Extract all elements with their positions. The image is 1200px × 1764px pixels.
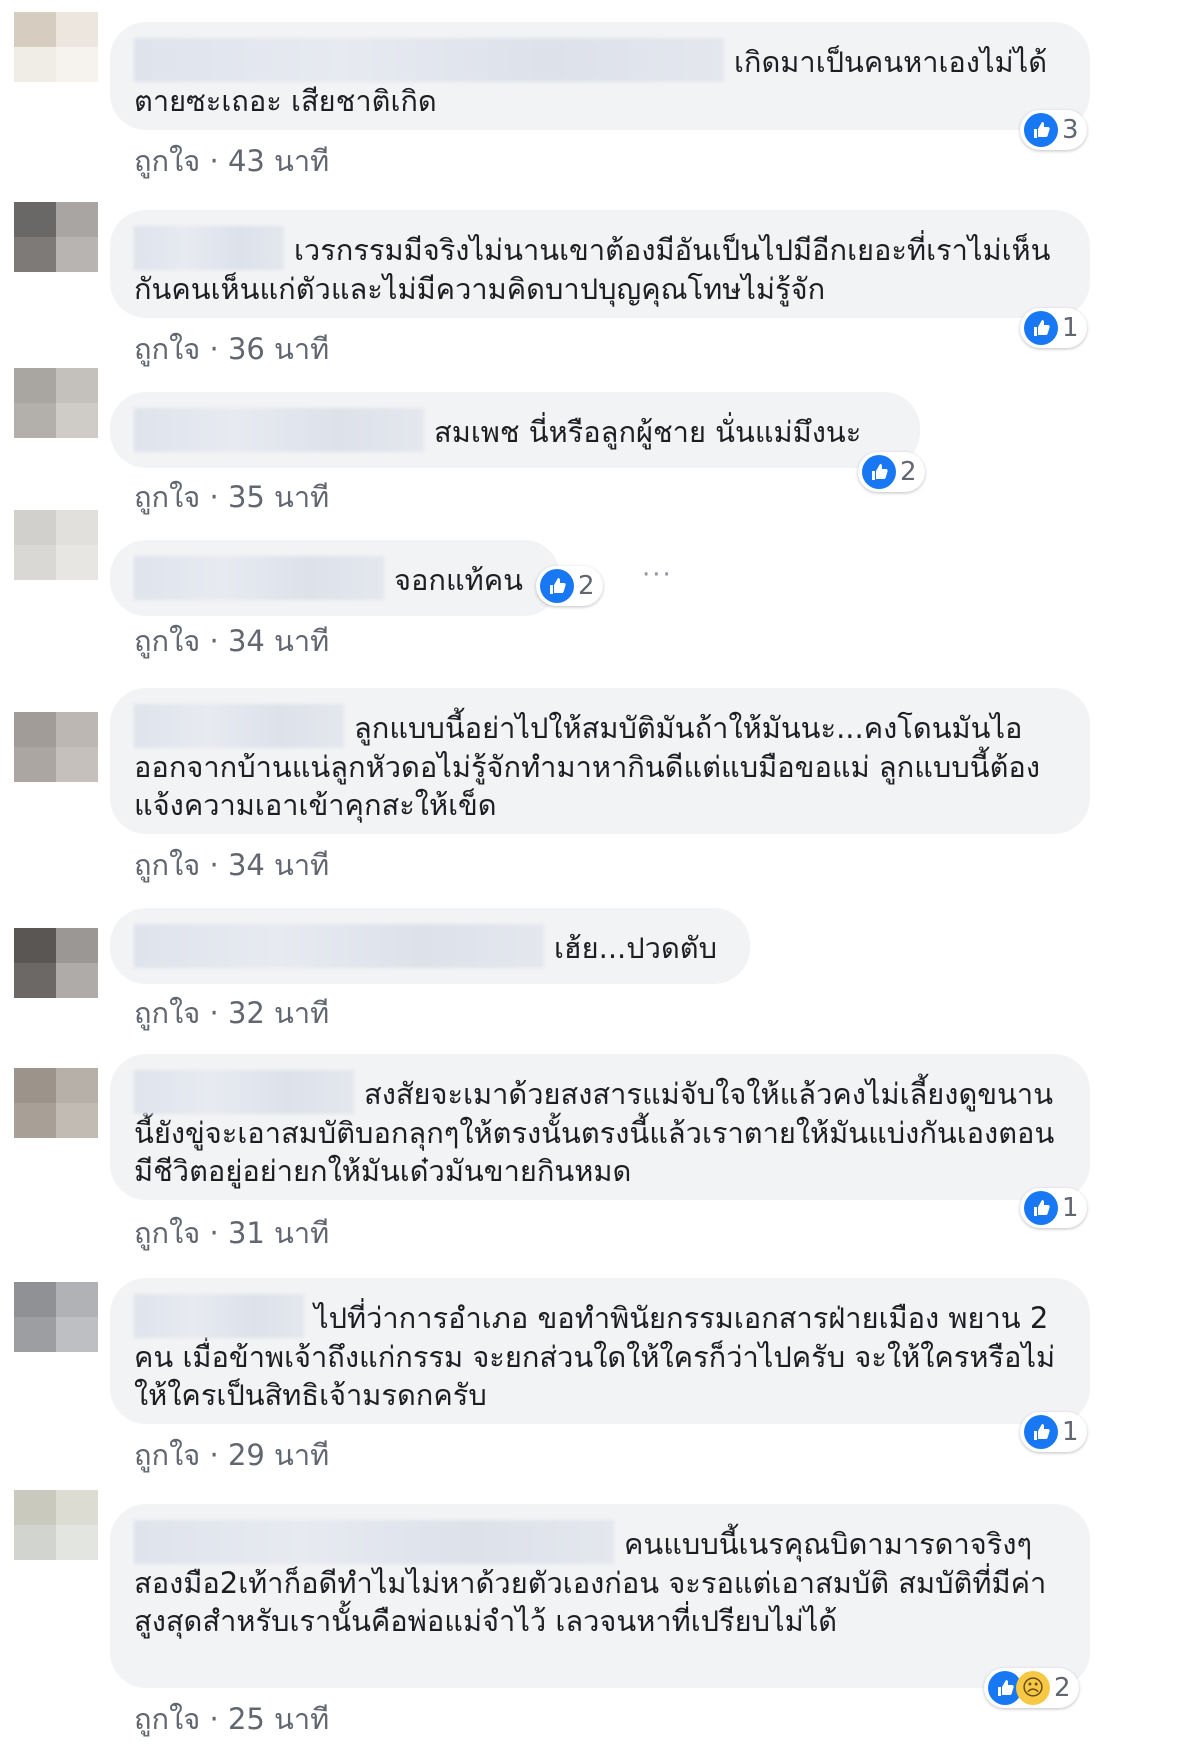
comment-bubble: สงสัยจะเมาด้วยสงสารแม่จับใจให้แล้วคงไม่เ… <box>110 1054 1090 1200</box>
comment-meta: ถูกใจ · 25 นาที <box>134 1696 329 1742</box>
comment-meta: ถูกใจ · 32 นาที <box>134 990 329 1036</box>
separator: · <box>209 1702 219 1736</box>
avatar[interactable] <box>14 1282 98 1352</box>
comment-bubble: สมเพช นี่หรือลูกผู้ชาย นั่นแม่มึงนะ <box>110 392 920 468</box>
reaction-number: 2 <box>578 571 595 601</box>
reaction-count[interactable]: 1 <box>1020 308 1087 348</box>
reaction-count[interactable]: ☹ 2 <box>984 1668 1079 1708</box>
like-link[interactable]: ถูกใจ <box>134 1438 200 1472</box>
avatar[interactable] <box>14 510 98 580</box>
separator: · <box>209 332 219 366</box>
reaction-number: 1 <box>1062 1417 1079 1447</box>
like-link[interactable]: ถูกใจ <box>134 624 200 658</box>
author-name[interactable] <box>134 924 544 968</box>
reaction-number: 3 <box>1062 115 1079 145</box>
like-link[interactable]: ถูกใจ <box>134 144 200 178</box>
separator: · <box>209 996 219 1030</box>
author-name[interactable] <box>134 408 424 452</box>
reaction-count[interactable]: 2 <box>536 566 603 606</box>
separator: · <box>209 624 219 658</box>
timestamp[interactable]: 31 นาที <box>228 1216 329 1250</box>
like-link[interactable]: ถูกใจ <box>134 996 200 1030</box>
thumbs-up-icon <box>1024 311 1058 345</box>
timestamp[interactable]: 34 นาที <box>228 848 329 882</box>
comment-bubble: จอกแท้คน <box>110 540 560 616</box>
like-link[interactable]: ถูกใจ <box>134 848 200 882</box>
like-link[interactable]: ถูกใจ <box>134 1216 200 1250</box>
timestamp[interactable]: 35 นาที <box>228 480 329 514</box>
author-name[interactable] <box>134 38 724 82</box>
avatar[interactable] <box>14 1490 98 1560</box>
timestamp[interactable]: 36 นาที <box>228 332 329 366</box>
reaction-count[interactable]: 3 <box>1020 110 1087 150</box>
reaction-number: 2 <box>900 457 917 487</box>
thumbs-up-icon <box>1024 1415 1058 1449</box>
separator: · <box>209 1216 219 1250</box>
separator: · <box>209 480 219 514</box>
avatar[interactable] <box>14 368 98 438</box>
comment-bubble: เวรกรรมมีจริงไม่นานเขาต้องมีอันเป็นไปมีอ… <box>110 210 1090 318</box>
comment-meta: ถูกใจ · 29 นาที <box>134 1432 329 1478</box>
comment-meta: ถูกใจ · 34 นาที <box>134 842 329 888</box>
like-link[interactable]: ถูกใจ <box>134 332 200 366</box>
author-name[interactable] <box>134 1070 354 1114</box>
author-name[interactable] <box>134 226 284 270</box>
reaction-number: 2 <box>1054 1673 1071 1703</box>
avatar[interactable] <box>14 12 98 82</box>
author-name[interactable] <box>134 704 344 748</box>
author-name[interactable] <box>134 1294 304 1338</box>
timestamp[interactable]: 29 นาที <box>228 1438 329 1472</box>
comment-meta: ถูกใจ · 36 นาที <box>134 326 329 372</box>
like-link[interactable]: ถูกใจ <box>134 480 200 514</box>
thumbs-up-icon <box>540 569 574 603</box>
comment-bubble: ลูกแบบนี้อย่าไปให้สมบัติมันถ้าให้มันนะ..… <box>110 688 1090 834</box>
comment-bubble: ไปที่ว่าการอำเภอ ขอทำพินัยกรรมเอกสารฝ่าย… <box>110 1278 1090 1424</box>
avatar[interactable] <box>14 202 98 272</box>
reaction-count[interactable]: 1 <box>1020 1188 1087 1228</box>
timestamp[interactable]: 25 นาที <box>228 1702 329 1736</box>
comment-text: จอกแท้คน <box>394 563 523 597</box>
comment-text: สมเพช นี่หรือลูกผู้ชาย นั่นแม่มึงนะ <box>434 415 862 449</box>
more-options-icon[interactable]: ··· <box>642 560 673 590</box>
comment-meta: ถูกใจ · 43 นาที <box>134 138 329 184</box>
comment-text: เฮ้ย...ปวดตับ <box>554 931 718 965</box>
avatar[interactable] <box>14 928 98 998</box>
comment-bubble: เกิดมาเป็นคนหาเองไม่ได้ตายซะเถอะ เสียชาต… <box>110 22 1090 130</box>
author-name[interactable] <box>134 556 384 600</box>
like-link[interactable]: ถูกใจ <box>134 1702 200 1736</box>
timestamp[interactable]: 34 นาที <box>228 624 329 658</box>
reaction-number: 1 <box>1062 313 1079 343</box>
comment-bubble: คนแบบนี้เนรคุณบิดามารดาจริงๆ สองมือ2เท้า… <box>110 1504 1090 1688</box>
sad-face-icon: ☹ <box>1016 1671 1050 1705</box>
comment-meta: ถูกใจ · 35 นาที <box>134 474 329 520</box>
comment-meta: ถูกใจ · 34 นาที <box>134 618 329 664</box>
author-name[interactable] <box>134 1520 614 1564</box>
separator: · <box>209 1438 219 1472</box>
thumbs-up-icon <box>1024 1191 1058 1225</box>
reaction-number: 1 <box>1062 1193 1079 1223</box>
comment-meta: ถูกใจ · 31 นาที <box>134 1210 329 1256</box>
separator: · <box>209 848 219 882</box>
separator: · <box>209 144 219 178</box>
reaction-count[interactable]: 2 <box>858 452 925 492</box>
comment-bubble: เฮ้ย...ปวดตับ <box>110 908 750 984</box>
reaction-count[interactable]: 1 <box>1020 1412 1087 1452</box>
avatar[interactable] <box>14 1068 98 1138</box>
avatar[interactable] <box>14 712 98 782</box>
timestamp[interactable]: 32 นาที <box>228 996 329 1030</box>
timestamp[interactable]: 43 นาที <box>228 144 329 178</box>
thumbs-up-icon <box>862 455 896 489</box>
thumbs-up-icon <box>1024 113 1058 147</box>
